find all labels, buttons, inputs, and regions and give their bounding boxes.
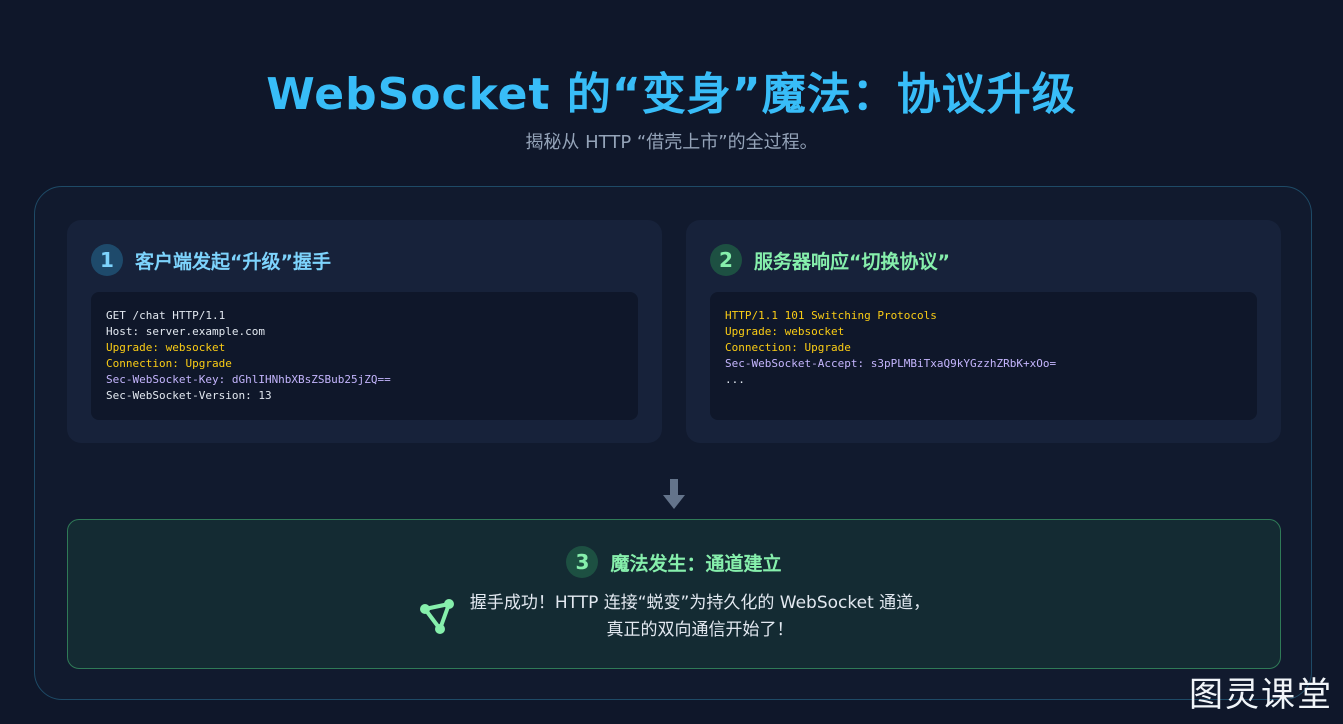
step-header: 2 服务器响应“切换协议” (710, 244, 950, 276)
step-number-badge: 1 (91, 244, 123, 276)
code-line: Sec-WebSocket-Version: 13 (106, 389, 272, 402)
result-body: 握手成功！HTTP 连接“蜕变”为持久化的 WebSocket 通道， 真正的双… (68, 590, 1280, 644)
code-line: Connection: Upgrade (106, 357, 232, 370)
connection-network-icon (419, 599, 454, 634)
step-card-server-response: 2 服务器响应“切换协议” HTTP/1.1 101 Switching Pro… (686, 220, 1281, 443)
code-line: Upgrade: websocket (106, 341, 226, 354)
step-title: 客户端发起“升级”握手 (135, 250, 331, 273)
watermark: 图灵课堂 (1189, 675, 1333, 715)
result-line: 握手成功！HTTP 连接“蜕变”为持久化的 WebSocket 通道， (469, 593, 931, 613)
step-header: 1 客户端发起“升级”握手 (91, 244, 331, 276)
code-line: GET /chat HTTP/1.1 (106, 309, 226, 322)
code-line: ... (725, 373, 745, 386)
response-code-block: HTTP/1.1 101 Switching Protocols Upgrade… (710, 292, 1257, 420)
step-number-badge: 2 (710, 244, 742, 276)
result-description: 握手成功！HTTP 连接“蜕变”为持久化的 WebSocket 通道， 真正的双… (470, 590, 930, 644)
code-line: Connection: Upgrade (725, 341, 851, 354)
page-subtitle: 揭秘从 HTTP “借壳上市”的全过程。 (525, 132, 818, 153)
result-header: 3 魔法发生：通道建立 (68, 546, 1280, 578)
code-line: Sec-WebSocket-Accept: s3pPLMBiTxaQ9kYGzz… (725, 357, 1057, 370)
code-line: Host: server.example.com (106, 325, 265, 338)
code-line: HTTP/1.1 101 Switching Protocols (725, 309, 937, 322)
step-card-client-handshake: 1 客户端发起“升级”握手 GET /chat HTTP/1.1 Host: s… (67, 220, 662, 443)
result-line: 真正的双向通信开始了！ (606, 620, 794, 640)
step-number-badge: 3 (566, 546, 599, 578)
result-card-channel-established: 3 魔法发生：通道建立 握手成功！HTTP 连接“蜕变”为持久化的 WebSoc… (67, 519, 1281, 669)
request-code-block: GET /chat HTTP/1.1 Host: server.example.… (91, 292, 638, 420)
code-line: Sec-WebSocket-Key: dGhlIHNhbXBsZSBub25jZ… (106, 373, 391, 386)
page: WebSocket 的“变身”魔法：协议升级 揭秘从 HTTP “借壳上市”的全… (0, 0, 1343, 724)
page-title: WebSocket 的“变身”魔法：协议升级 (266, 69, 1077, 120)
arrow-down-icon (663, 479, 685, 509)
result-title: 魔法发生：通道建立 (610, 552, 782, 575)
process-panel: 1 客户端发起“升级”握手 GET /chat HTTP/1.1 Host: s… (34, 186, 1312, 700)
step-title: 服务器响应“切换协议” (754, 250, 950, 273)
code-line: Upgrade: websocket (725, 325, 845, 338)
